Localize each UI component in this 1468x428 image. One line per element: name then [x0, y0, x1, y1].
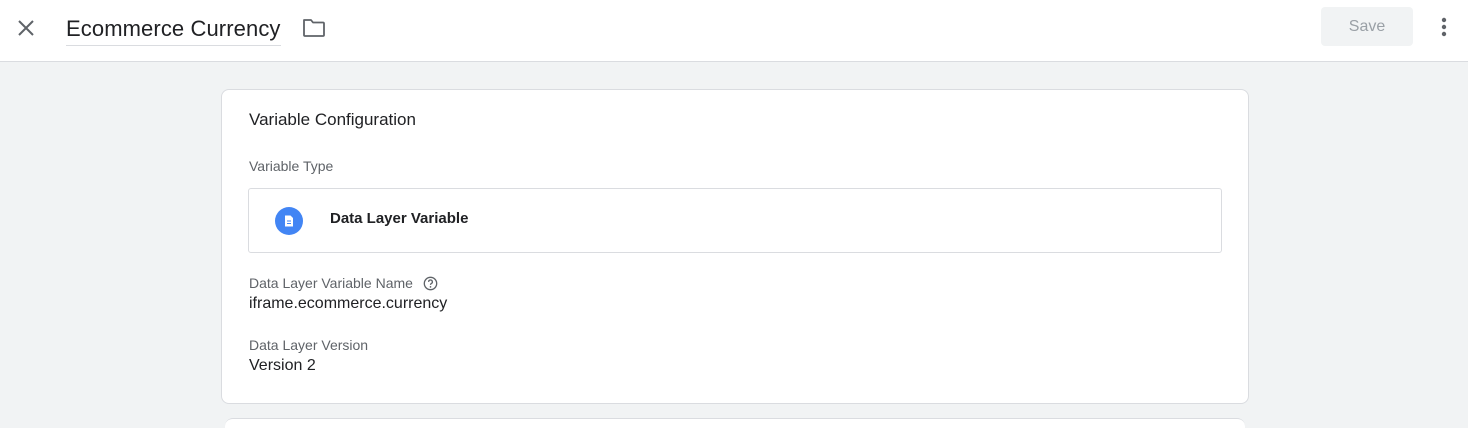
editor-header: Ecommerce Currency Save: [0, 0, 1468, 62]
close-button[interactable]: [10, 12, 42, 44]
more-vert-icon: [1441, 17, 1447, 37]
variable-name-label: Data Layer Variable Name: [249, 275, 413, 291]
folder-icon: [303, 19, 325, 37]
document-icon: [275, 207, 303, 235]
next-card-edge: [225, 418, 1245, 428]
variable-type-name: Data Layer Variable: [330, 210, 469, 227]
save-button[interactable]: Save: [1321, 7, 1413, 46]
variable-title: Ecommerce Currency: [66, 15, 281, 41]
close-icon: [18, 20, 34, 36]
variable-type-selector[interactable]: Data Layer Variable: [248, 188, 1222, 253]
data-layer-version-value: Version 2: [249, 357, 316, 374]
variable-type-label: Variable Type: [249, 158, 334, 174]
card-heading: Variable Configuration: [249, 110, 416, 129]
variable-name-value: iframe.ecommerce.currency: [249, 295, 448, 312]
folder-button[interactable]: [300, 14, 328, 42]
data-layer-version-label: Data Layer Version: [249, 337, 369, 353]
more-options-button[interactable]: [1430, 12, 1458, 42]
help-icon[interactable]: [422, 275, 438, 291]
variable-configuration-card[interactable]: Variable Configuration Variable Type Dat…: [221, 89, 1249, 404]
title-field[interactable]: Ecommerce Currency: [66, 12, 281, 46]
